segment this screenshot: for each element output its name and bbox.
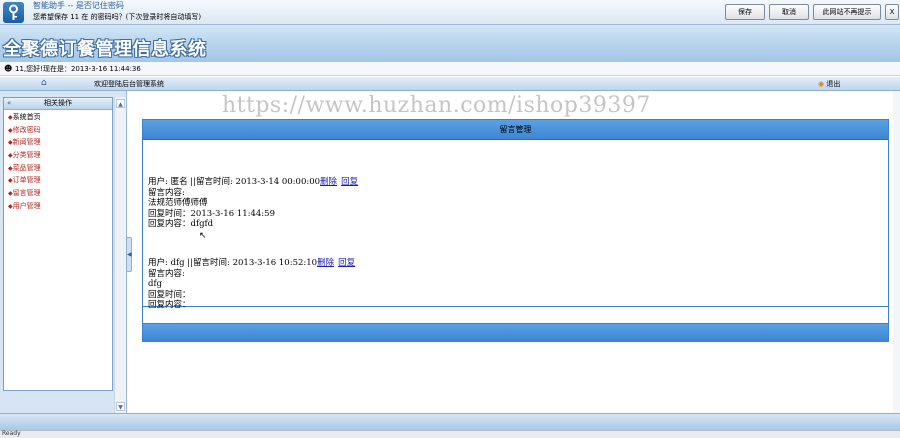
user-icon: ☻ — [4, 64, 13, 73]
reply-link[interactable]: 回复 — [341, 177, 358, 187]
app-banner: 全聚德订餐管理信息系统 — [0, 25, 900, 62]
reply-content: 回复内容： — [148, 300, 191, 310]
content-label: 留言内容: — [148, 187, 185, 198]
message-list: 用户: 匿名 ||留言时间: 2013-3-14 00:00:00删除 回复 留言… — [143, 140, 888, 310]
sidebar: « 相关操作 ◆系统首页 ◆修改密码 ◆新闻管理 ◆分类管理 ◆菜品管理 ◆订单… — [0, 91, 127, 415]
browser-status-strip: Ready — [0, 430, 900, 438]
message-content: 法规范师傅师傅 — [148, 198, 208, 208]
content-label: 留言内容: — [148, 268, 185, 279]
logout-link[interactable]: ◉ 退出 — [818, 79, 840, 89]
sidebar-item-label: 新闻管理 — [12, 138, 41, 147]
sidebar-heading: « 相关操作 — [4, 98, 112, 110]
panel-footer — [143, 324, 888, 341]
mouse-cursor-icon: ↖ — [199, 231, 207, 241]
message-item: 用户: 匿名 ||留言时间: 2013-3-14 00:00:00删除 回复 留言… — [148, 177, 358, 230]
sidebar-item-label: 修改密码 — [12, 125, 41, 134]
scroll-up-icon[interactable]: ▲ — [116, 99, 125, 108]
sidebar-panel: « 相关操作 ◆系统首页 ◆修改密码 ◆新闻管理 ◆分类管理 ◆菜品管理 ◆订单… — [3, 97, 113, 391]
logout-label: 退出 — [826, 80, 841, 88]
sidebar-heading-label: 相关操作 — [44, 99, 72, 107]
message-item: 用户: dfg ||留言时间: 2013-3-16 10:52:10删除 回复 留… — [148, 258, 355, 311]
sidebar-scrollbar[interactable]: ▲ ▼ — [114, 97, 126, 415]
sidebar-item-dishes[interactable]: ◆菜品管理 — [4, 162, 112, 175]
sidebar-item-orders[interactable]: ◆订单管理 — [4, 174, 112, 187]
sidebar-item-users[interactable]: ◆用户管理 — [4, 200, 112, 213]
home-icon[interactable]: ⌂ — [41, 78, 47, 88]
logout-icon: ◉ — [818, 80, 825, 88]
save-password-button[interactable]: 保存 — [725, 4, 765, 20]
delete-link[interactable]: 删除 — [320, 177, 337, 187]
welcome-text: 欢迎登陆后台管理系统 — [94, 80, 164, 88]
sidebar-item-label: 留言管理 — [12, 189, 41, 198]
cancel-button[interactable]: 取消 — [769, 4, 809, 20]
app-title: 全聚德订餐管理信息系统 — [3, 39, 207, 60]
status-text: Ready — [2, 430, 21, 437]
sidebar-item-news[interactable]: ◆新闻管理 — [4, 136, 112, 149]
sidebar-toggle-handle[interactable]: ◀ — [126, 237, 132, 272]
sidebar-item-change-password[interactable]: ◆修改密码 — [4, 124, 112, 137]
password-assistant-bar: 智能助手 -- 是否记住密码 您希望保存 11 在 的密码吗？(下次登录时将自动… — [0, 0, 900, 25]
sidebar-item-home[interactable]: ◆系统首页 — [4, 111, 112, 124]
delete-link[interactable]: 删除 — [317, 258, 334, 268]
main-scrollbar[interactable] — [893, 91, 900, 413]
sidebar-item-label: 分类管理 — [12, 151, 41, 160]
user-info-bar: ☻ 11,您好!现在是：2013-3-16 11:44:36 — [0, 62, 900, 76]
sidebar-item-categories[interactable]: ◆分类管理 — [4, 149, 112, 162]
sidebar-menu: ◆系统首页 ◆修改密码 ◆新闻管理 ◆分类管理 ◆菜品管理 ◆订单管理 ◆留言管… — [4, 110, 112, 213]
top-nav: ⌂ 欢迎登陆后台管理系统 ◉ 退出 — [0, 77, 900, 91]
password-save-question: 您希望保存 11 在 的密码吗？(下次登录时将自动填写) — [33, 13, 202, 21]
scroll-down-icon[interactable]: ▼ — [116, 402, 125, 411]
reply-link[interactable]: 回复 — [338, 258, 355, 268]
watermark-text: https://www.huzhan.com/ishop39397 — [222, 93, 651, 118]
collapse-arrow-icon[interactable]: « — [7, 98, 11, 109]
sidebar-item-messages[interactable]: ◆留言管理 — [4, 187, 112, 200]
reply-content: 回复内容：dfgfd — [148, 219, 214, 229]
sidebar-item-label: 订单管理 — [12, 176, 41, 185]
sidebar-item-label: 系统首页 — [12, 113, 41, 121]
message-content: dfg — [148, 279, 163, 289]
key-icon — [3, 2, 24, 23]
message-meta: 用户: dfg ||留言时间: 2013-3-16 10:52:10 — [148, 258, 318, 268]
sidebar-item-label: 菜品管理 — [12, 163, 41, 172]
user-greeting: 11,您好!现在是：2013-3-16 11:44:36 — [15, 65, 141, 73]
password-assistant-title: 智能助手 -- 是否记住密码 — [33, 1, 124, 10]
close-bar-button[interactable]: X — [885, 4, 899, 20]
status-bar — [0, 413, 900, 430]
message-meta: 用户: 匿名 ||留言时间: 2013-3-14 00:00:00 — [148, 177, 321, 187]
reply-time: 回复时间： — [148, 289, 191, 300]
reply-time: 回复时间：2013-3-16 11:44:59 — [148, 208, 275, 219]
message-management-panel: 留言管理 用户: 匿名 ||留言时间: 2013-3-14 00:00:00删除… — [142, 119, 889, 342]
sidebar-item-label: 用户管理 — [12, 201, 41, 210]
never-prompt-button[interactable]: 此网站不再提示 — [813, 4, 881, 20]
panel-title: 留言管理 — [143, 120, 888, 140]
